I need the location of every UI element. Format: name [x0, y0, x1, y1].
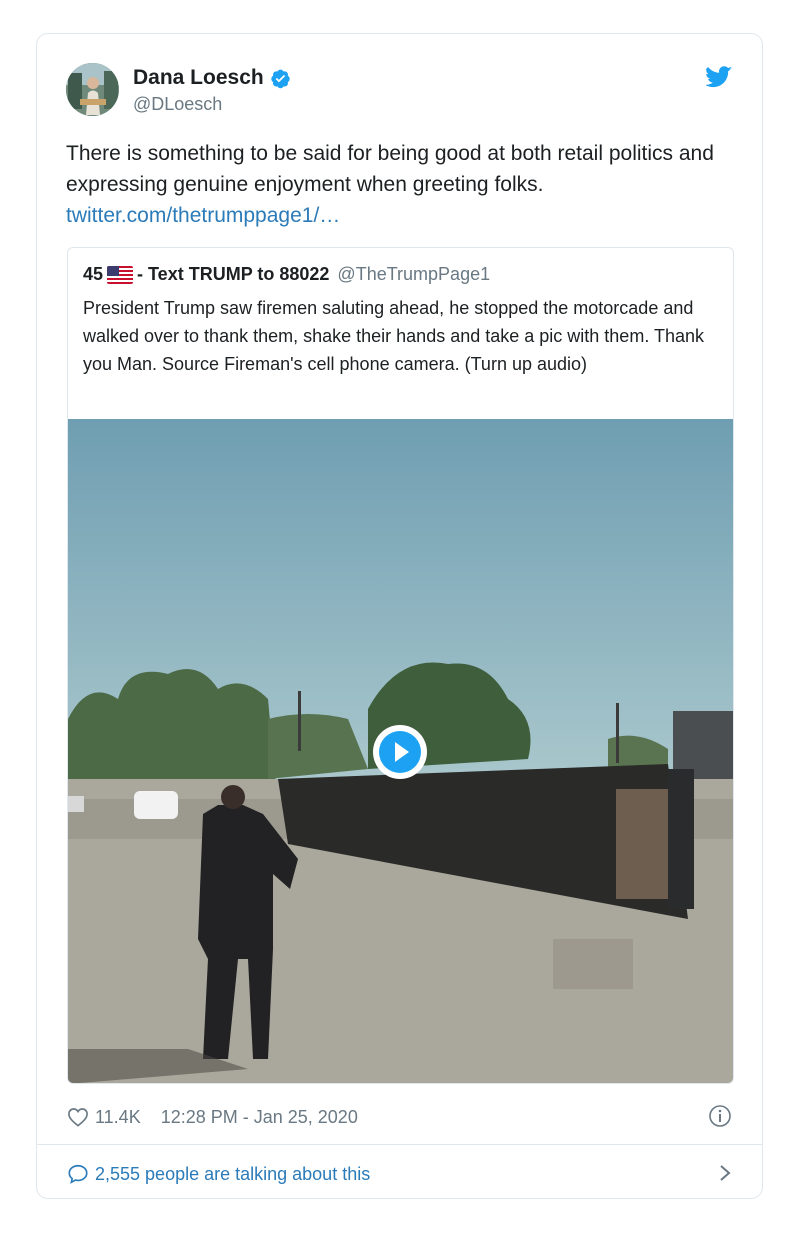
conversation-label: 2,555 people are talking about this — [95, 1163, 371, 1184]
tweet-text: There is something to be said for being … — [66, 142, 714, 196]
author-handle[interactable]: @DLoesch — [133, 94, 222, 115]
author-name[interactable]: Dana Loesch — [133, 66, 264, 90]
quoted-tweet[interactable]: 45 - Text TRUMP to 88022 @TheTrumpPage1 … — [67, 247, 734, 1084]
timestamp-link[interactable]: 12:28 PM - Jan 25, 2020 — [161, 1107, 358, 1128]
avatar[interactable] — [66, 63, 119, 116]
quoted-author-handle: @TheTrumpPage1 — [337, 264, 491, 284]
quoted-author-name: - Text TRUMP to 88022 — [137, 264, 330, 284]
info-icon[interactable] — [708, 1104, 732, 1128]
author-name-row: Dana Loesch — [133, 66, 291, 90]
tweet-body: There is something to be said for being … — [66, 138, 736, 231]
like-count[interactable]: 11.4K — [95, 1107, 141, 1128]
embedded-tweet-card: Dana Loesch @DLoesch There is something … — [36, 33, 763, 1199]
tweet-footer: 11.4K 12:28 PM - Jan 25, 2020 — [67, 1104, 732, 1130]
verified-badge-icon — [271, 69, 290, 88]
quoted-author-name-prefix: 45 — [83, 264, 104, 284]
us-flag-icon — [107, 265, 134, 284]
divider — [37, 1144, 762, 1145]
video-player[interactable] — [68, 419, 733, 1083]
tweet-header: Dana Loesch @DLoesch — [66, 63, 732, 119]
play-icon[interactable] — [371, 723, 429, 781]
conversation-link[interactable]: 2,555 people are talking about this — [67, 1161, 732, 1187]
tweet-link[interactable]: twitter.com/thetrumppage1/… — [66, 200, 736, 231]
comment-bubble-icon — [68, 1164, 88, 1184]
heart-icon[interactable] — [67, 1107, 89, 1127]
chevron-right-icon — [720, 1165, 731, 1181]
quoted-tweet-text: President Trump saw firemen saluting ahe… — [83, 298, 705, 374]
twitter-bird-icon[interactable] — [706, 66, 732, 88]
quoted-tweet-header: 45 - Text TRUMP to 88022 @TheTrumpPage1 — [83, 264, 490, 285]
